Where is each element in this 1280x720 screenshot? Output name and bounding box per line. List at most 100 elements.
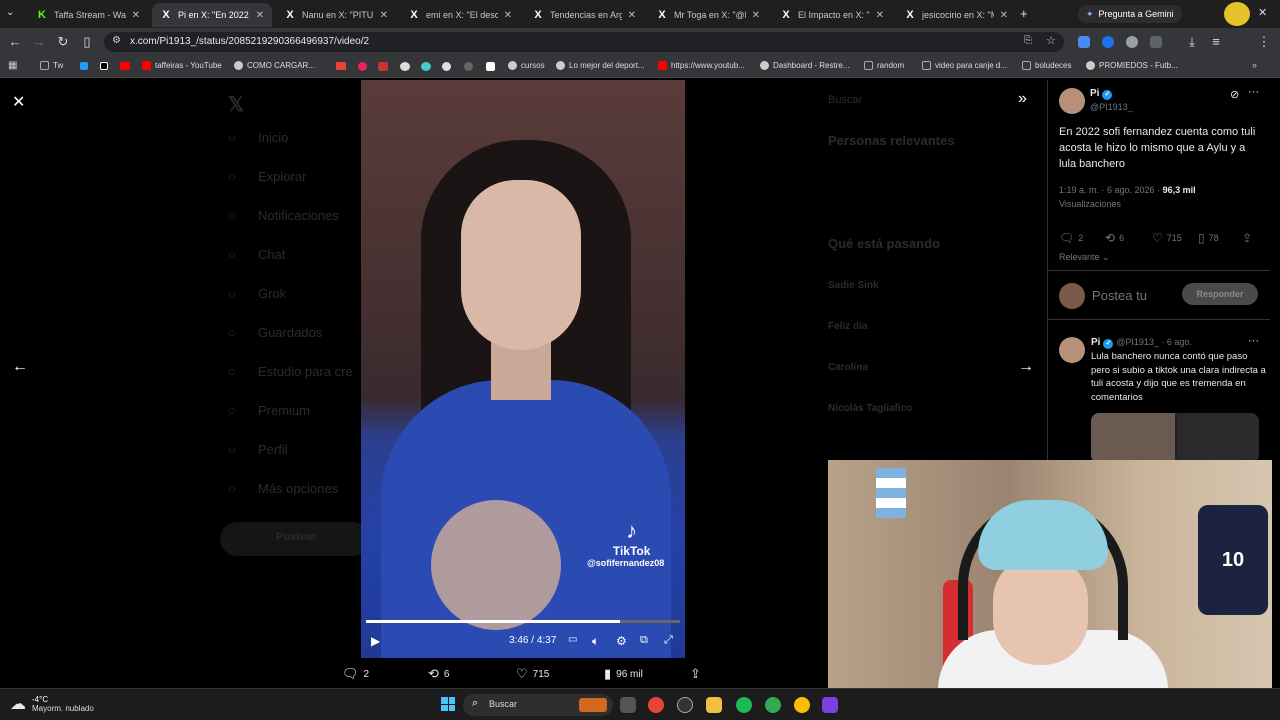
extension-icon[interactable]	[464, 62, 473, 71]
reply-author[interactable]: Pi ✓ @PI1913_ · 6 ago.	[1091, 337, 1192, 349]
side-panel-icon[interactable]: ▯	[79, 34, 95, 50]
reply-button[interactable]: Responder	[1182, 283, 1258, 305]
views-action[interactable]: ▮ 96 mil	[604, 666, 643, 682]
gemini-button[interactable]: ✦ Pregunta a Gemini	[1078, 5, 1182, 23]
address-bar[interactable]: ⚙ x.com/Pi1913_/status/20852192903664969…	[104, 32, 1064, 52]
bookmark-item[interactable]: taffeiras - YouTube	[142, 61, 222, 70]
collapse-panel-icon[interactable]: »	[1018, 90, 1027, 108]
sort-dropdown[interactable]: Relevante ⌄	[1059, 252, 1110, 263]
taskbar-search[interactable]: ⌕ Buscar	[463, 694, 613, 716]
settings-gear-icon[interactable]: ⚙	[616, 634, 627, 648]
bookmark-item[interactable]: PROMIEDOS - Futb...	[1086, 61, 1178, 70]
tiktok-icon[interactable]	[100, 62, 108, 70]
globe-icon[interactable]	[442, 62, 451, 71]
bookmark-star-icon[interactable]: ☆	[1046, 34, 1056, 47]
install-app-icon[interactable]: ⎘	[1024, 35, 1032, 46]
chrome-icon[interactable]	[794, 697, 810, 713]
reload-icon[interactable]: ↻	[55, 34, 71, 50]
browser-tab[interactable]: X Nanu en X: "PITUFO ✕	[276, 3, 396, 27]
browser-tab[interactable]: X Mr Toga en X: "@lady ✕	[648, 3, 768, 27]
video-progress-bar[interactable]	[366, 620, 680, 623]
video-player[interactable]: ♪ TikTok @sofifernandez08 ▶ 3:46 / 4:37 …	[361, 80, 685, 658]
extension-icon[interactable]	[378, 62, 388, 71]
tab-close-icon[interactable]: ✕	[1000, 10, 1008, 21]
extension-icon[interactable]	[421, 62, 431, 71]
bookmark-item[interactable]: COMO CARGAR...	[234, 61, 315, 70]
extension-icon[interactable]	[1102, 36, 1114, 48]
more-bookmarks-icon[interactable]: »	[1252, 60, 1257, 70]
share-stat[interactable]: ⇪	[1242, 231, 1252, 245]
browser-tab[interactable]: Xemi en X: "El descarg ✕	[400, 3, 520, 27]
author-handle[interactable]: @PI1913_	[1090, 102, 1133, 112]
repost-action[interactable]: ⟲ 6	[428, 666, 449, 682]
reply-input[interactable]: Postea tu	[1092, 288, 1147, 303]
next-arrow-icon[interactable]: →	[1018, 358, 1034, 376]
reply-media-image[interactable]	[1091, 413, 1259, 463]
youtube-icon[interactable]	[120, 62, 130, 70]
bookmark-item[interactable]: random	[864, 61, 904, 70]
download-icon[interactable]: ⤓	[1184, 34, 1200, 50]
river-icon[interactable]	[486, 62, 495, 71]
browser-tab[interactable]: K Taffa Stream - Wa ✕	[28, 3, 148, 27]
tab-close-icon[interactable]: ✕	[752, 10, 760, 21]
tab-close-icon[interactable]: ✕	[256, 10, 264, 21]
avatar[interactable]	[1059, 88, 1085, 114]
close-window-icon[interactable]: ✕	[1258, 6, 1267, 19]
app-icon[interactable]	[822, 697, 838, 713]
close-icon[interactable]: ✕	[12, 92, 25, 112]
bookmark-item[interactable]: https://www.youtub...	[658, 61, 745, 70]
bookmark-item[interactable]: Dashboard - Restre...	[760, 61, 849, 70]
author-name[interactable]: Pi ✓	[1090, 88, 1113, 100]
weather-widget[interactable]: ☁ -4°C Mayorm. nublado	[10, 694, 94, 714]
chrome-icon[interactable]	[765, 697, 781, 713]
volume-icon[interactable]: 🔈︎	[592, 634, 599, 649]
like-stat[interactable]: ♡ 715	[1152, 231, 1182, 245]
gmail-icon[interactable]	[336, 62, 346, 70]
avatar[interactable]	[1059, 337, 1085, 363]
repost-stat[interactable]: ⟲ 6	[1105, 231, 1124, 245]
browser-tab[interactable]: X Tendencias en Argent ✕	[524, 3, 644, 27]
tab-close-icon[interactable]: ✕	[628, 10, 636, 21]
spotify-icon[interactable]	[736, 697, 752, 713]
more-icon[interactable]: ···	[1248, 335, 1259, 347]
bookmark-item[interactable]: boludeces	[1022, 61, 1071, 70]
translate-extension-icon[interactable]	[1078, 36, 1090, 48]
bookmark-stat[interactable]: ▯ 78	[1198, 231, 1219, 245]
profile-avatar[interactable]	[1224, 2, 1250, 26]
back-icon[interactable]: ←	[7, 34, 23, 50]
windows-start-icon[interactable]	[441, 697, 455, 711]
extension-icon[interactable]	[1126, 36, 1138, 48]
tab-close-icon[interactable]: ✕	[504, 10, 512, 21]
play-icon[interactable]: ▶	[371, 634, 380, 648]
browser-tab[interactable]: Xjesicocirio en X: "Mar ✕	[896, 3, 1016, 27]
extension-icon[interactable]	[358, 62, 367, 71]
reply-action[interactable]: 🗨︎ 2	[342, 666, 369, 682]
extensions-puzzle-icon[interactable]	[1150, 36, 1162, 48]
menu-kebab-icon[interactable]: ⋮	[1256, 34, 1272, 50]
tab-close-icon[interactable]: ✕	[876, 10, 884, 21]
share-action[interactable]: ⇪	[690, 666, 701, 682]
media-controls-icon[interactable]: ≡	[1208, 34, 1224, 50]
grok-icon[interactable]: ⊘	[1230, 88, 1239, 101]
bookmark-item[interactable]: Lo mejor del deport...	[556, 61, 645, 70]
extension-icon[interactable]	[400, 62, 410, 71]
tab-close-icon[interactable]: ✕	[380, 10, 388, 21]
like-action[interactable]: ♡ 715	[516, 666, 549, 682]
site-info-icon[interactable]: ⚙	[112, 35, 121, 46]
bookmark-item[interactable]: cursos	[508, 61, 545, 70]
browser-tab[interactable]: X El Impacto en X: " ✕	[772, 3, 892, 27]
new-tab-button[interactable]: +	[1020, 6, 1028, 21]
pip-icon[interactable]: ⧉	[640, 634, 648, 647]
obs-icon[interactable]	[677, 697, 693, 713]
bookmark-item[interactable]: video para canje d...	[922, 61, 1007, 70]
more-icon[interactable]: ···	[1248, 86, 1259, 98]
task-view-icon[interactable]	[620, 697, 636, 713]
tab-search-icon[interactable]: ⌄	[6, 7, 14, 18]
twitter-icon[interactable]	[80, 62, 88, 70]
fullscreen-icon[interactable]: ⤢	[664, 634, 673, 647]
bookmark-item[interactable]: Tw	[40, 61, 63, 70]
apps-grid-icon[interactable]: ▦	[8, 60, 17, 71]
file-explorer-icon[interactable]	[706, 697, 722, 713]
chrome-icon[interactable]	[648, 697, 664, 713]
tab-close-icon[interactable]: ✕	[132, 10, 140, 21]
